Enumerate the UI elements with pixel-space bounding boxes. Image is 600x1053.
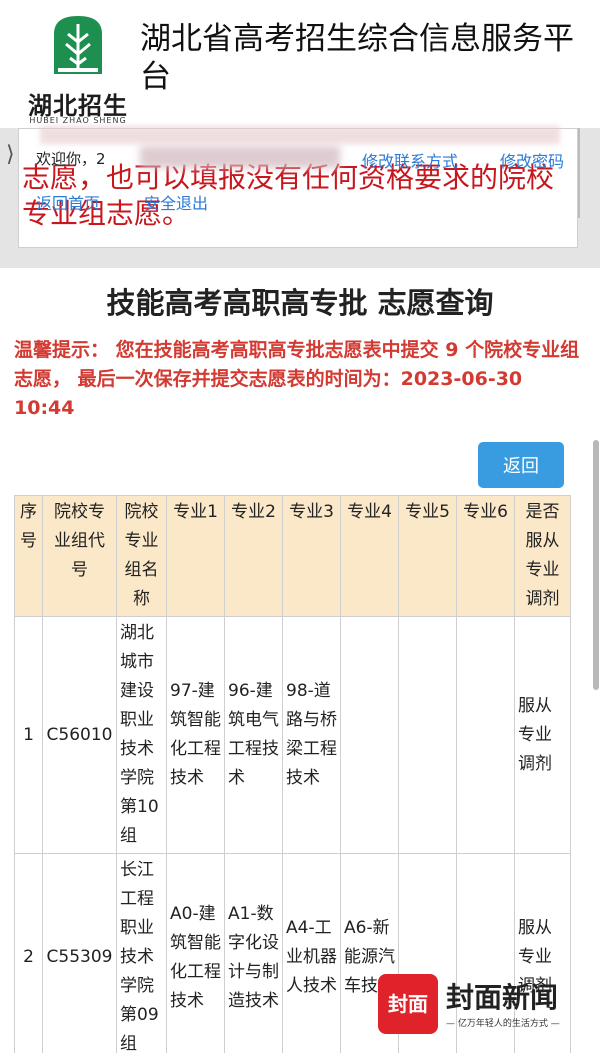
redacted-phone (140, 146, 340, 168)
col-header-major-3: 专业3 (282, 495, 341, 617)
site-title: 湖北省高考招生综合信息服务平台 (140, 21, 574, 95)
cell-group-name: 长江工程职业技术学院第09组 (116, 853, 167, 1053)
cell-group-code: C55309 (42, 853, 117, 1053)
col-header-major-4: 专业4 (340, 495, 399, 617)
col-header-group-code: 院校专业组代号 (42, 495, 117, 617)
col-header-group-name: 院校专业组名称 (116, 495, 167, 617)
cell-seq: 1 (14, 616, 43, 854)
watermark: 封面 封面新闻 — 亿万年轻人的生活方式 — (378, 970, 588, 1040)
site-header: 湖北招生 HUBEI ZHAO SHENG 湖北省高考招生综合信息服务平台 (0, 0, 600, 128)
tip-text: 温馨提示： 您在技能高考高职高专批志愿表中提交 9 个院校专业组志愿， 最后一次… (14, 339, 580, 419)
cell-major-5 (398, 616, 457, 854)
home-link[interactable]: 返回首页 (36, 190, 100, 214)
page-title: 技能高考高职高专批 志愿查询 (106, 286, 494, 320)
cell-major-1: A0-建筑智能化工程技术 (166, 853, 225, 1053)
logo-pinyin: HUBEI ZHAO SHENG (29, 116, 127, 125)
table-header-row: 序号 院校专业组代号 院校专业组名称 专业1 专业2 专业3 专业4 专业5 专… (14, 495, 571, 617)
cell-group-name: 湖北城市建设职业技术学院第10组 (116, 616, 167, 854)
watermark-name: 封面新闻 (446, 981, 559, 1014)
cell-major-3: A4-工业机器人技术 (282, 853, 341, 1053)
edit-contact-link[interactable]: 修改联系方式 (362, 148, 458, 172)
redacted-area (40, 126, 560, 144)
right-decoration (578, 128, 600, 218)
cell-major-4 (340, 616, 399, 854)
cell-group-code: C56010 (42, 616, 117, 854)
cell-major-1: 97-建筑智能化工程技术 (166, 616, 225, 854)
site-logo[interactable]: 湖北招生 HUBEI ZHAO SHENG (18, 12, 138, 125)
watermark-badge: 封面 (378, 974, 438, 1034)
cell-major-3: 98-道路与桥梁工程技术 (282, 616, 341, 854)
cell-major-2: 96-建筑电气工程技术 (224, 616, 283, 854)
col-header-major-5: 专业5 (398, 495, 457, 617)
back-button[interactable]: 返回 (478, 442, 564, 488)
welcome-text: 欢迎你，2 (36, 150, 106, 168)
cell-major-6 (456, 616, 515, 854)
col-header-seq: 序号 (14, 495, 43, 617)
page-scrollbar[interactable] (593, 440, 599, 690)
cell-seq: 2 (14, 853, 43, 1053)
chevron-left-icon[interactable]: ⟩ (6, 142, 15, 167)
watermark-slogan: — 亿万年轻人的生活方式 — (446, 1019, 560, 1029)
col-header-adjust: 是否服从专业调剂 (514, 495, 571, 617)
col-header-major-6: 专业6 (456, 495, 515, 617)
col-header-major-2: 专业2 (224, 495, 283, 617)
logout-link[interactable]: 安全退出 (144, 190, 208, 214)
edit-password-link[interactable]: 修改密码 (500, 148, 564, 172)
cell-adjust: 服从专业调剂 (514, 616, 571, 854)
logo-emblem-icon (54, 16, 102, 74)
col-header-major-1: 专业1 (166, 495, 225, 617)
cell-major-2: A1-数字化设计与制造技术 (224, 853, 283, 1053)
notice-text: 志愿，也可以填报没有任何资格要求的院校专业组志愿。 (22, 161, 555, 230)
table-row: 1 C56010 湖北城市建设职业技术学院第10组 97-建筑智能化工程技术 9… (14, 616, 571, 854)
